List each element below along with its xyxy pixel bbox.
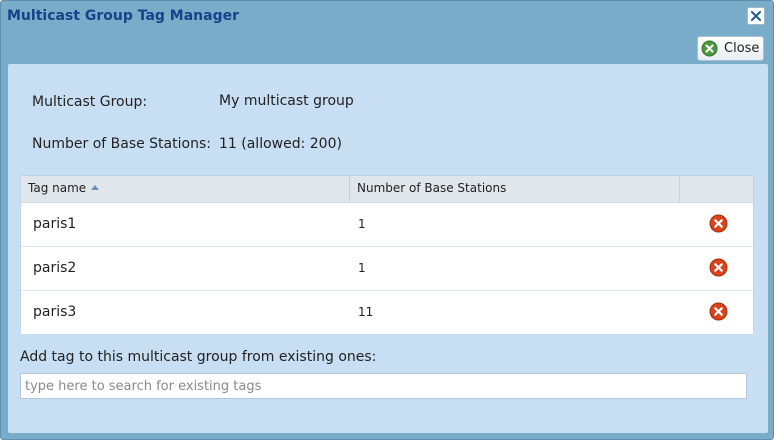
red-delete-circle-icon[interactable] (709, 258, 728, 277)
table-row[interactable]: paris1 1 (21, 203, 753, 247)
tag-search-input[interactable] (20, 373, 747, 399)
tag-name-cell: paris1 (33, 216, 77, 232)
base-stations-cell: 1 (358, 217, 366, 231)
column-header-tag-name-label: Tag name (28, 181, 87, 195)
column-header-actions (680, 176, 753, 202)
table-row[interactable]: paris2 1 (21, 247, 753, 291)
close-x-icon (750, 10, 762, 22)
tag-manager-dialog: Multicast Group Tag Manager Close Multic… (0, 0, 774, 440)
title-close-button[interactable] (747, 7, 765, 25)
red-delete-circle-icon[interactable] (709, 214, 728, 233)
add-tag-label: Add tag to this multicast group from exi… (20, 349, 377, 365)
column-header-base-stations-label: Number of Base Stations (357, 181, 507, 195)
column-header-base-stations[interactable]: Number of Base Stations (350, 176, 680, 202)
tag-name-cell: paris2 (33, 260, 77, 276)
table-header: Tag name Number of Base Stations (21, 176, 753, 203)
dialog-body: Multicast Group: My multicast group Numb… (8, 64, 768, 433)
dialog-titlebar[interactable]: Multicast Group Tag Manager (1, 1, 773, 33)
dialog-title: Multicast Group Tag Manager (7, 8, 240, 24)
red-delete-circle-icon[interactable] (709, 302, 728, 321)
column-header-tag-name[interactable]: Tag name (21, 176, 350, 202)
sort-ascending-icon (91, 185, 100, 190)
base-stations-label: Number of Base Stations: (32, 136, 211, 152)
multicast-group-label: Multicast Group: (32, 94, 148, 110)
tags-table: Tag name Number of Base Stations paris1 … (20, 175, 754, 334)
multicast-group-value: My multicast group (219, 93, 354, 109)
table-row[interactable]: paris3 11 (21, 291, 753, 334)
close-button-label: Close (724, 41, 760, 56)
base-stations-cell: 1 (358, 261, 366, 275)
base-stations-cell: 11 (358, 305, 374, 319)
base-stations-value: 11 (allowed: 200) (219, 136, 342, 152)
tag-name-cell: paris3 (33, 304, 77, 320)
green-close-circle-icon (701, 40, 718, 57)
close-button[interactable]: Close (697, 36, 764, 61)
